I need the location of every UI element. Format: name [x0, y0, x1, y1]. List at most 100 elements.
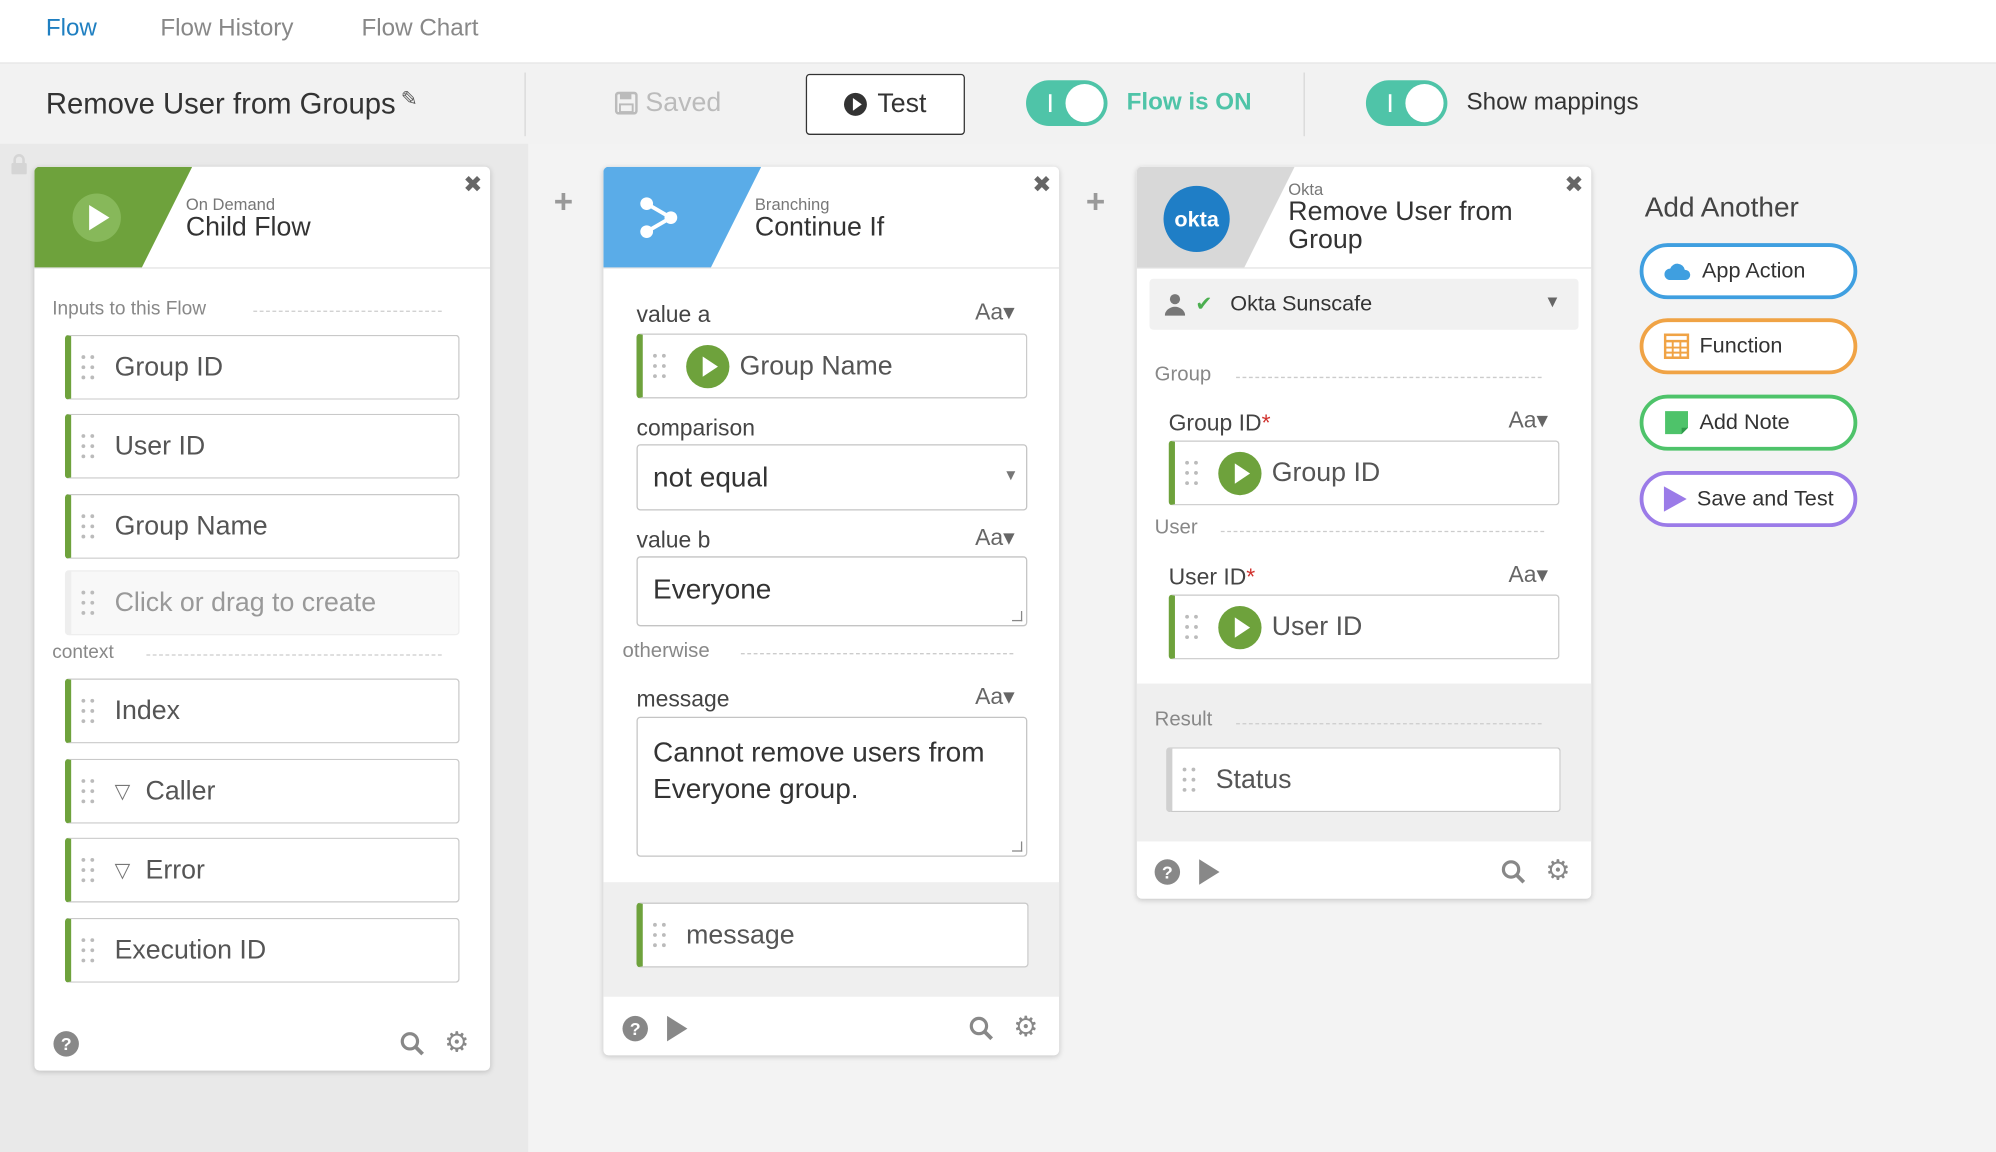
- context-error[interactable]: ▽ Error: [64, 837, 460, 903]
- drag-handle-icon[interactable]: [653, 922, 668, 947]
- input-group-id[interactable]: Group ID: [64, 334, 460, 400]
- drag-handle-icon[interactable]: [1185, 460, 1200, 485]
- okta-remove-user-card: okta Okta Remove User from Group ✖ ✔ Okt…: [1136, 166, 1592, 899]
- group-id-field[interactable]: Group ID: [1168, 440, 1560, 506]
- add-note-button[interactable]: Add Note: [1639, 394, 1858, 451]
- drag-handle-icon[interactable]: [81, 937, 96, 963]
- header-band: [603, 166, 762, 268]
- type-selector[interactable]: Aa▾: [975, 684, 1015, 711]
- pill-label: Status: [1215, 764, 1292, 794]
- pill-label: Group Name: [739, 350, 893, 380]
- card-title: Child Flow: [185, 212, 311, 242]
- result-status[interactable]: Status: [1166, 747, 1561, 813]
- search-icon[interactable]: [400, 1031, 425, 1056]
- card-subtitle: On Demand: [185, 194, 276, 214]
- show-mappings-label: Show mappings: [1466, 89, 1639, 116]
- button-label: App Action: [1702, 258, 1806, 283]
- add-another-title: Add Another: [1644, 190, 1799, 223]
- drag-handle-icon[interactable]: [81, 433, 96, 458]
- continue-if-card: Branching Continue If ✖ value a Aa▾ Grou…: [603, 166, 1060, 1056]
- drag-handle-icon[interactable]: [81, 778, 96, 803]
- comparison-label: comparison: [636, 414, 755, 441]
- pill-label: Group ID: [114, 351, 224, 382]
- context-section-label: context: [52, 641, 114, 664]
- test-button[interactable]: Test: [805, 73, 965, 135]
- drag-handle-icon[interactable]: [653, 353, 668, 378]
- connection-name: Okta Sunscafe: [1230, 291, 1373, 316]
- help-icon[interactable]: ?: [1154, 859, 1181, 885]
- connection-select[interactable]: ✔ Okta Sunscafe ▼: [1149, 278, 1579, 330]
- drag-handle-icon[interactable]: [81, 857, 96, 882]
- pencil-icon[interactable]: ✎: [401, 87, 418, 112]
- drag-handle-icon[interactable]: [81, 513, 96, 539]
- card-title: Remove User from Group: [1288, 197, 1513, 255]
- type-selector[interactable]: Aa▾: [975, 524, 1015, 551]
- input-group-name[interactable]: Group Name: [64, 493, 460, 559]
- drag-handle-icon[interactable]: [81, 698, 96, 723]
- app-action-button[interactable]: App Action: [1639, 243, 1858, 300]
- output-message[interactable]: message: [636, 902, 1029, 968]
- comparison-select[interactable]: not equal ▼: [636, 444, 1028, 511]
- label-text: Group ID: [1168, 409, 1262, 436]
- user-id-field[interactable]: User ID: [1168, 594, 1560, 660]
- save-and-test-button[interactable]: Save and Test: [1639, 471, 1858, 528]
- gear-icon[interactable]: ⚙: [1013, 1013, 1038, 1041]
- add-step-plus-icon[interactable]: +: [1086, 182, 1105, 221]
- function-button[interactable]: Function: [1639, 318, 1858, 375]
- button-label: Save and Test: [1696, 486, 1834, 511]
- flow-on-toggle[interactable]: [1026, 80, 1108, 127]
- pill-label: User ID: [114, 430, 206, 461]
- search-icon[interactable]: [1501, 859, 1526, 884]
- close-icon[interactable]: ✖: [1032, 172, 1051, 199]
- drag-handle-icon[interactable]: [1182, 766, 1198, 792]
- gear-icon[interactable]: ⚙: [444, 1028, 469, 1057]
- chevron-down-icon[interactable]: ▽: [115, 857, 131, 882]
- run-play-icon[interactable]: [1199, 859, 1220, 885]
- tab-flow-history[interactable]: Flow History: [160, 15, 293, 43]
- run-play-icon[interactable]: [667, 1015, 688, 1042]
- pill-label: Execution ID: [114, 935, 267, 965]
- show-mappings-toggle[interactable]: [1365, 80, 1448, 127]
- grid-icon: [1663, 333, 1690, 359]
- mapped-input-play-icon: [686, 344, 730, 388]
- type-selector[interactable]: Aa▾: [1509, 561, 1549, 588]
- close-icon[interactable]: ✖: [1564, 172, 1583, 199]
- add-step-plus-icon[interactable]: +: [554, 182, 573, 221]
- pill-label: message: [686, 919, 795, 950]
- card-header: okta Okta Remove User from Group ✖: [1136, 166, 1592, 269]
- flow-title[interactable]: Remove User from Groups ✎: [46, 87, 418, 121]
- drag-handle-icon[interactable]: [1185, 614, 1200, 639]
- user-section-label: User: [1154, 516, 1198, 539]
- type-selector[interactable]: Aa▾: [975, 299, 1015, 326]
- search-icon[interactable]: [969, 1016, 994, 1041]
- value-a-field[interactable]: Group Name: [636, 333, 1028, 399]
- type-selector[interactable]: Aa▾: [1509, 407, 1549, 434]
- help-icon[interactable]: ?: [622, 1015, 648, 1042]
- help-icon[interactable]: ?: [53, 1031, 79, 1057]
- input-user-id[interactable]: User ID: [64, 413, 460, 479]
- tab-flow[interactable]: Flow: [46, 15, 97, 43]
- okta-logo: okta: [1174, 207, 1219, 232]
- resize-handle-icon[interactable]: [1012, 841, 1023, 852]
- tab-flow-chart[interactable]: Flow Chart: [362, 15, 479, 43]
- header-band: [34, 166, 193, 268]
- check-icon: ✔: [1195, 294, 1213, 316]
- context-caller[interactable]: ▽ Caller: [64, 758, 460, 824]
- save-disk-icon: [614, 91, 638, 115]
- card-header: Branching Continue If ✖: [603, 166, 1060, 269]
- close-icon[interactable]: ✖: [463, 172, 482, 199]
- cloud-icon: [1664, 263, 1691, 281]
- value-b-label: value b: [636, 527, 711, 553]
- message-text: Cannot remove users from Everyone group.: [653, 735, 985, 805]
- message-textarea[interactable]: Cannot remove users from Everyone group.: [636, 716, 1028, 857]
- gear-icon[interactable]: ⚙: [1545, 856, 1570, 885]
- resize-handle-icon[interactable]: [1012, 611, 1023, 622]
- chevron-down-icon[interactable]: ▽: [115, 778, 131, 803]
- context-execution-id[interactable]: Execution ID: [64, 917, 460, 983]
- drag-handle-icon[interactable]: [81, 354, 96, 380]
- dropdown-caret-icon: ▼: [1003, 465, 1019, 484]
- value-b-input[interactable]: Everyone: [636, 556, 1028, 627]
- chevron-down-icon: ▼: [1544, 291, 1561, 311]
- create-input-placeholder[interactable]: Click or drag to create: [64, 570, 460, 636]
- context-index[interactable]: Index: [64, 678, 460, 744]
